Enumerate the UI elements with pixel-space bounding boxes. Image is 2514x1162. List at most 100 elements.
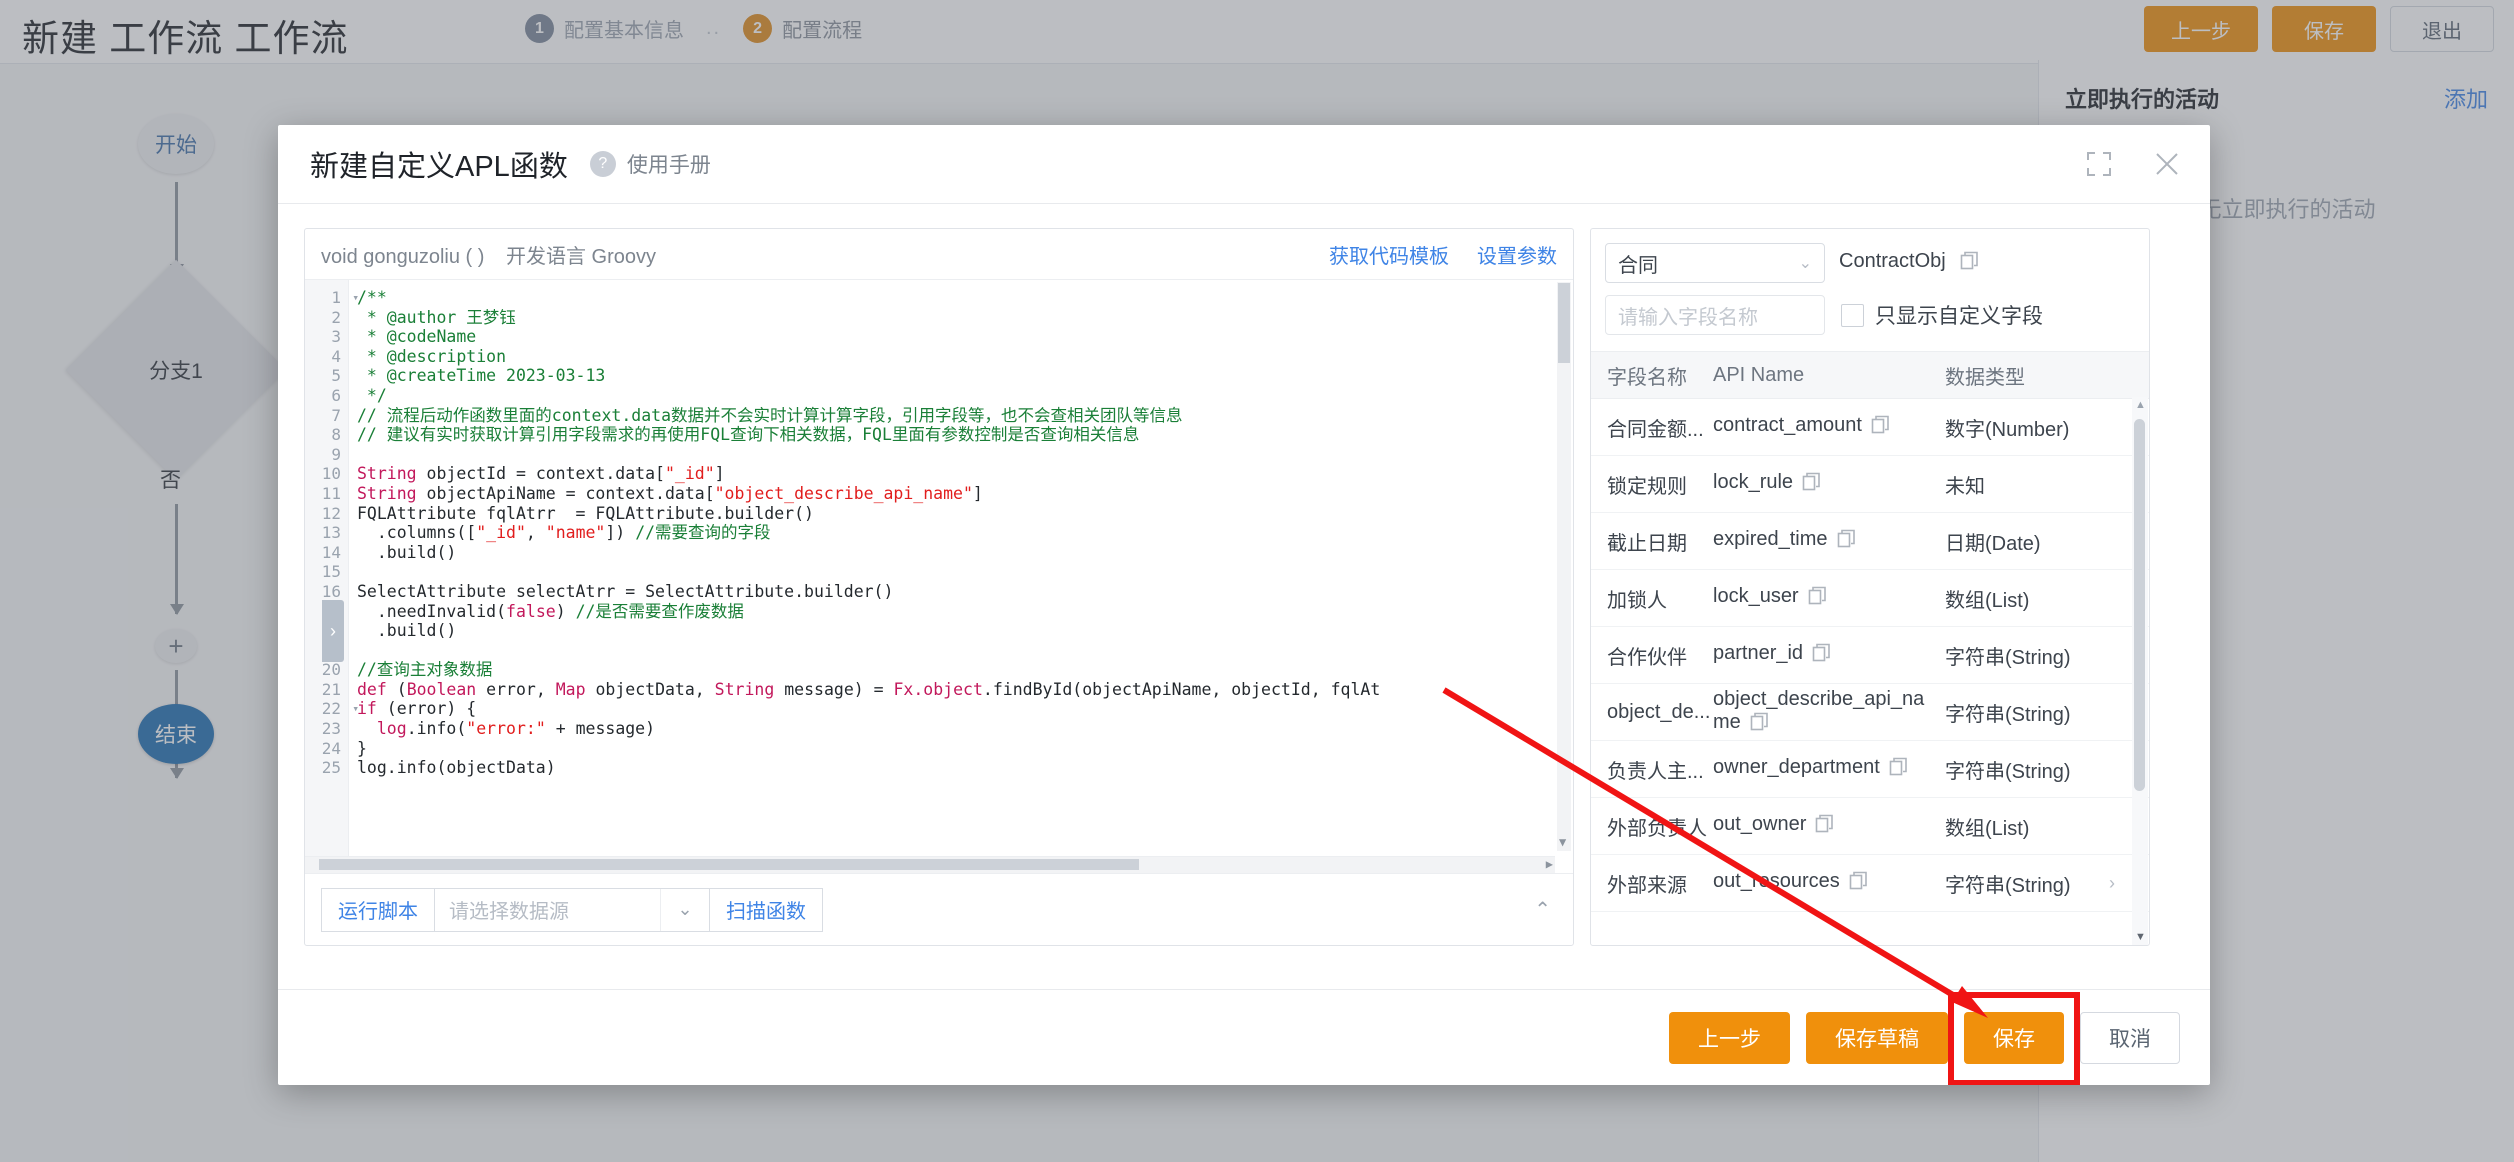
code-token: Map [556,680,586,699]
object-select[interactable]: 合同 ⌄ [1605,243,1825,283]
copy-icon[interactable] [1808,586,1827,611]
fields-table-body[interactable]: 合同金额...contract_amount数字(Number)锁定规则lock… [1591,399,2149,912]
footer-save-button[interactable]: 保存 [1964,1012,2064,1064]
line-number: 23 [305,719,348,739]
table-row[interactable]: 加锁人lock_user数组(List) [1591,570,2149,627]
line-number: 22▾ [305,699,348,719]
fields-vscroll-thumb[interactable] [2134,419,2145,791]
code-token: .build() [357,543,456,562]
expand-icon[interactable] [2082,147,2116,181]
code-gutter: 1▾2345678910111213141516171819202122▾232… [305,280,349,873]
field-name-cell: 外部负责人 [1591,812,1713,841]
field-api-text: contract_amount [1713,414,1862,436]
chevron-down-icon[interactable]: ▼ [1559,835,1566,849]
chevron-down-icon: ⌄ [1799,253,1812,273]
copy-icon[interactable] [1802,472,1821,497]
field-api-cell: expired_time [1713,528,1945,554]
code-token: ) [556,602,576,621]
code-token: FQLAttribute fqlAtrr = FQLAttribute.buil… [357,504,814,523]
code-token: /** [357,288,387,307]
table-row[interactable]: 合同金额...contract_amount数字(Number) [1591,399,2149,456]
line-number: 9 [305,445,348,465]
table-row[interactable]: object_de...object_describe_api_name字符串(… [1591,684,2149,741]
table-row[interactable]: 锁定规则lock_rule未知 [1591,456,2149,513]
copy-icon[interactable] [1889,757,1908,782]
copy-icon[interactable] [1812,643,1831,668]
code-token: objectId = context.data[ [417,464,665,483]
line-number: 8 [305,425,348,445]
code-token: SelectAttribute selectAtrr = SelectAttri… [357,582,893,601]
table-row[interactable]: 负责人主...owner_department字符串(String) [1591,741,2149,798]
question-mark-icon: ? [590,151,616,177]
run-script-button[interactable]: 运行脚本 [321,888,435,932]
dialog-body: void gonguzoliu ( ) 开发语言 Groovy 获取代码模板 设… [278,204,2210,986]
scan-function-button[interactable]: 扫描函数 [710,888,823,932]
code-token: .findById(objectApiName, objectId, fqlAt [983,680,1380,699]
code-line: // 建议有实时获取计算引用字段需求的再使用FQL查询下相关数据，FQL里面有参… [357,425,1551,445]
code-token: false [506,602,556,621]
code-vertical-scrollbar[interactable]: ▼ [1557,282,1571,851]
code-token: * @description [357,347,506,366]
field-name-cell: 外部来源 [1591,869,1713,898]
get-code-template-link[interactable]: 获取代码模板 [1329,240,1449,269]
fields-table: 字段名称 API Name 数据类型 合同金额...contract_amoun… [1591,351,2149,945]
line-number: 7 [305,406,348,426]
footer-save-button-wrapper: 保存 [1964,1012,2064,1064]
copy-icon[interactable] [1750,712,1769,737]
copy-icon[interactable] [1871,415,1890,440]
field-api-text: partner_id [1713,642,1803,664]
footer-save-draft-button[interactable]: 保存草稿 [1806,1012,1948,1064]
chevron-up-icon[interactable]: ⌃ [1534,897,1557,922]
code-horizontal-scrollbar[interactable]: ▶ [305,856,1555,873]
table-row[interactable]: 合作伙伴partner_id字符串(String) [1591,627,2149,684]
field-api-text: lock_rule [1713,471,1793,493]
field-api-cell: lock_user [1713,585,1945,611]
apl-function-dialog: 新建自定义APL函数 ? 使用手册 void gonguzoliu ( ) [278,125,2210,1085]
chevron-right-icon[interactable]: › [2109,873,2115,894]
table-row[interactable]: 截止日期expired_time日期(Date) [1591,513,2149,570]
field-search-placeholder: 请输入字段名称 [1618,301,1758,330]
code-token: * @createTime 2023-03-13 [357,366,605,385]
fields-vertical-scrollbar[interactable]: ▲ ▼ [2132,397,2148,945]
code-line: String objectApiName = context.data["obj… [357,484,1551,504]
chevron-up-icon[interactable]: ▲ [2135,399,2146,411]
code-line: //查询主对象数据 [357,660,1551,680]
datasource-select[interactable]: 请选择数据源 ⌄ [435,888,710,932]
code-editor-area[interactable]: 1▾2345678910111213141516171819202122▾232… [305,279,1573,873]
set-params-link[interactable]: 设置参数 [1477,240,1557,269]
code-line: */ [357,386,1551,406]
code-line [357,641,1551,661]
chevron-down-icon[interactable]: ▼ [2135,931,2146,943]
table-row[interactable]: 外部负责人out_owner数组(List) [1591,798,2149,855]
copy-icon[interactable] [1815,814,1834,839]
editor-toolbar: void gonguzoliu ( ) 开发语言 Groovy 获取代码模板 设… [305,229,1573,279]
chevron-right-icon[interactable]: › [322,600,344,662]
line-number: 12 [305,504,348,524]
editor-toolbar-links: 获取代码模板 设置参数 [1329,240,1557,269]
code-hscroll-thumb[interactable] [319,859,1139,870]
footer-cancel-button[interactable]: 取消 [2080,1012,2180,1064]
field-search-input[interactable]: 请输入字段名称 [1605,295,1825,335]
field-type-cell: 字符串(String) [1945,641,2149,670]
checkbox-box[interactable] [1841,304,1864,327]
code-content[interactable]: /** * @author 王梦钰 * @codeName * @descrip… [357,288,1551,873]
copy-icon[interactable] [1960,251,1979,276]
only-custom-fields-checkbox[interactable]: 只显示自定义字段 [1841,300,2043,330]
column-header-type: 数据类型 [1945,361,2149,390]
field-name-cell: 加锁人 [1591,584,1713,613]
chevron-right-icon[interactable]: ▶ [1546,857,1553,871]
footer-prev-button[interactable]: 上一步 [1669,1012,1790,1064]
code-token: if [357,699,377,718]
object-fields-panel: 合同 ⌄ ContractObj 请输入字段名称 [1590,228,2150,946]
code-line: .build() [357,543,1551,563]
field-name-cell: object_de... [1591,701,1713,724]
code-token: ] [715,464,725,483]
help-manual-link[interactable]: ? 使用手册 [590,149,711,179]
table-row[interactable]: 外部来源out_resources字符串(String)› [1591,855,2149,912]
copy-icon[interactable] [1849,871,1868,896]
close-icon[interactable] [2150,147,2184,181]
code-vscroll-thumb[interactable] [1558,283,1570,363]
copy-icon[interactable] [1837,529,1856,554]
chevron-down-icon[interactable]: ⌄ [660,889,709,931]
line-number: 6 [305,386,348,406]
